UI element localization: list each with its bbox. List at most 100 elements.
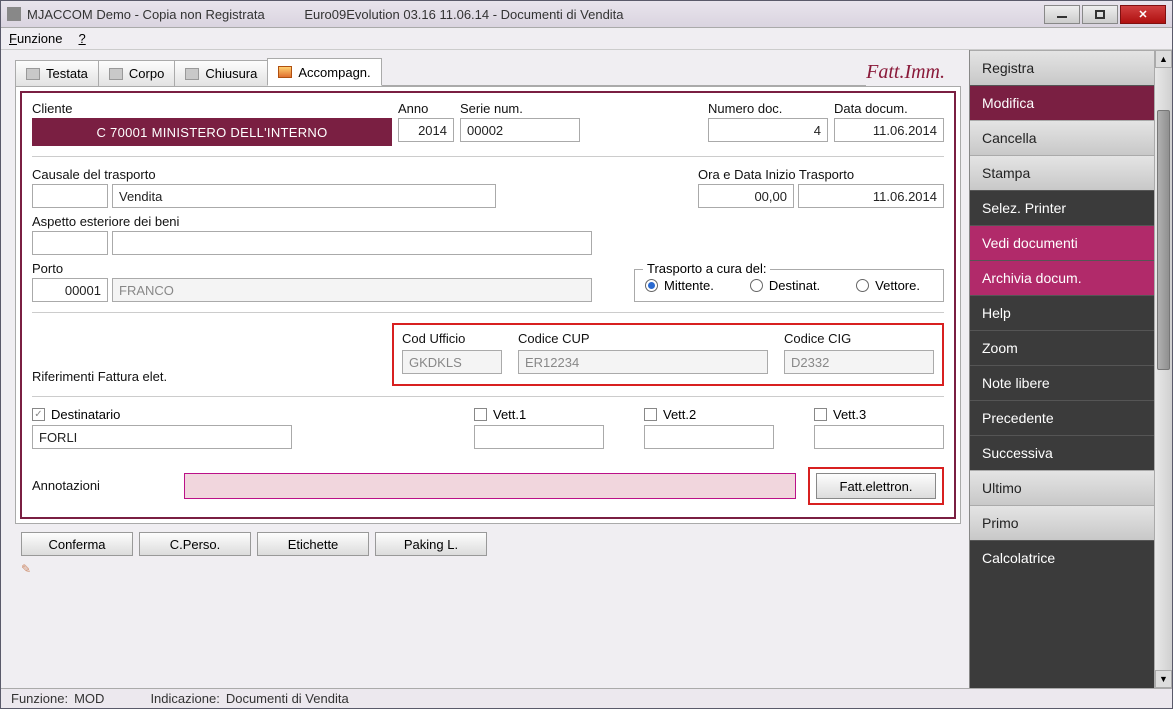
tab-accompagn-label: Accompagn. bbox=[298, 65, 370, 80]
scroll-thumb[interactable] bbox=[1157, 110, 1170, 370]
scroll-up-arrow[interactable]: ▲ bbox=[1155, 50, 1172, 68]
tab-chiusura[interactable]: Chiusura bbox=[174, 60, 268, 86]
bottom-button-row: Conferma C.Perso. Etichette Paking L. bbox=[15, 530, 961, 558]
radio-destinat-label: Destinat. bbox=[769, 278, 820, 293]
tab-chiusura-label: Chiusura bbox=[205, 66, 257, 81]
sidebar-item-registra[interactable]: Registra bbox=[970, 50, 1154, 85]
vett3-field[interactable] bbox=[814, 425, 944, 449]
aspetto-label: Aspetto esteriore dei beni bbox=[32, 214, 592, 231]
porto-desc-field[interactable]: FRANCO bbox=[112, 278, 592, 302]
menu-funzione[interactable]: Funzione bbox=[9, 31, 63, 46]
radio-mittente[interactable]: Mittente. bbox=[645, 278, 714, 293]
cliente-field[interactable]: C 70001 MINISTERO DELL'INTERNO bbox=[32, 118, 392, 146]
sidebar-item-note-libere[interactable]: Note libere bbox=[970, 365, 1154, 400]
vett2-field[interactable] bbox=[644, 425, 774, 449]
status-funzione-val: MOD bbox=[74, 691, 104, 706]
sidebar-item-vedi-documenti[interactable]: Vedi documenti bbox=[970, 225, 1154, 260]
sidebar-item-precedente[interactable]: Precedente bbox=[970, 400, 1154, 435]
sidebar-item-ultimo[interactable]: Ultimo bbox=[970, 470, 1154, 505]
trasporto-groupbox: Trasporto a cura del: Mittente. Destinat… bbox=[634, 269, 944, 302]
vett2-label: Vett.2 bbox=[663, 407, 696, 422]
annotazioni-label: Annotazioni bbox=[32, 478, 172, 495]
titlebar: MJACCOM Demo - Copia non Registrata Euro… bbox=[1, 1, 1172, 28]
app-icon bbox=[7, 7, 21, 21]
efattura-redbox: Cod Ufficio GKDKLS Codice CUP ER12234 Co… bbox=[392, 323, 944, 386]
window-title: MJACCOM Demo - Copia non Registrata Euro… bbox=[27, 7, 1044, 22]
window-maximize-button[interactable] bbox=[1082, 5, 1118, 24]
menu-help[interactable]: ? bbox=[79, 31, 86, 46]
statusbar: Funzione: MOD Indicazione: Documenti di … bbox=[1, 688, 1172, 708]
menubar: Funzione ? bbox=[1, 28, 1172, 50]
oradata-label: Ora e Data Inizio Trasporto bbox=[698, 167, 944, 184]
sidebar-item-primo[interactable]: Primo bbox=[970, 505, 1154, 540]
title-app: MJACCOM Demo - Copia non Registrata bbox=[27, 7, 265, 22]
sidebar-item-help[interactable]: Help bbox=[970, 295, 1154, 330]
folder-icon bbox=[109, 68, 123, 80]
folder-icon bbox=[26, 68, 40, 80]
aspetto-code-field[interactable] bbox=[32, 231, 108, 255]
destinatario-checkbox[interactable]: Destinatario bbox=[32, 407, 292, 422]
status-indicazione-key: Indicazione: bbox=[150, 691, 219, 706]
causale-code-field[interactable] bbox=[32, 184, 108, 208]
causale-label: Causale del trasporto bbox=[32, 167, 496, 184]
conferma-button[interactable]: Conferma bbox=[21, 532, 133, 556]
datatrasp-field[interactable]: 11.06.2014 bbox=[798, 184, 944, 208]
serie-label: Serie num. bbox=[460, 101, 580, 118]
sidebar-item-selez-printer[interactable]: Selez. Printer bbox=[970, 190, 1154, 225]
ora-field[interactable]: 00,00 bbox=[698, 184, 794, 208]
paking-button[interactable]: Paking L. bbox=[375, 532, 487, 556]
form-panel: Cliente C 70001 MINISTERO DELL'INTERNO A… bbox=[15, 86, 961, 524]
tab-testata-label: Testata bbox=[46, 66, 88, 81]
status-funzione-key: Funzione: bbox=[11, 691, 68, 706]
radio-vettore[interactable]: Vettore. bbox=[856, 278, 920, 293]
vett1-checkbox[interactable]: Vett.1 bbox=[474, 407, 604, 422]
title-module: Euro09Evolution 03.16 11.06.14 - Documen… bbox=[304, 7, 623, 22]
tab-testata[interactable]: Testata bbox=[15, 60, 99, 86]
aspetto-desc-field[interactable] bbox=[112, 231, 592, 255]
sidebar-item-zoom[interactable]: Zoom bbox=[970, 330, 1154, 365]
serie-field[interactable]: 00002 bbox=[460, 118, 580, 142]
codufficio-label: Cod Ufficio bbox=[402, 331, 502, 348]
codcig-field[interactable]: D2332 bbox=[784, 350, 934, 374]
vett2-checkbox[interactable]: Vett.2 bbox=[644, 407, 774, 422]
vett1-field[interactable] bbox=[474, 425, 604, 449]
codcup-field[interactable]: ER12234 bbox=[518, 350, 768, 374]
porto-label: Porto bbox=[32, 261, 592, 278]
cliente-label: Cliente bbox=[32, 101, 392, 118]
folder-icon bbox=[278, 66, 292, 78]
window-close-button[interactable] bbox=[1120, 5, 1166, 24]
numdoc-label: Numero doc. bbox=[708, 101, 828, 118]
tab-accompagn[interactable]: Accompagn. bbox=[267, 58, 381, 86]
folder-icon bbox=[185, 68, 199, 80]
sidebar-item-cancella[interactable]: Cancella bbox=[970, 120, 1154, 155]
vett1-label: Vett.1 bbox=[493, 407, 526, 422]
fattelettron-button[interactable]: Fatt.elettron. bbox=[816, 473, 936, 499]
porto-code-field[interactable]: 00001 bbox=[32, 278, 108, 302]
etichette-button[interactable]: Etichette bbox=[257, 532, 369, 556]
cperso-button[interactable]: C.Perso. bbox=[139, 532, 251, 556]
tab-corpo[interactable]: Corpo bbox=[98, 60, 175, 86]
numdoc-field[interactable]: 4 bbox=[708, 118, 828, 142]
datadoc-label: Data docum. bbox=[834, 101, 944, 118]
window-minimize-button[interactable] bbox=[1044, 5, 1080, 24]
rif-label: Riferimenti Fattura elet. bbox=[32, 369, 372, 386]
annotazioni-field[interactable] bbox=[184, 473, 796, 499]
codcup-label: Codice CUP bbox=[518, 331, 768, 348]
destinatario-field[interactable]: FORLI bbox=[32, 425, 292, 449]
radio-destinat[interactable]: Destinat. bbox=[750, 278, 820, 293]
sidebar-item-modifica[interactable]: Modifica bbox=[970, 85, 1154, 120]
causale-desc-field[interactable]: Vendita bbox=[112, 184, 496, 208]
sidebar-scrollbar[interactable]: ▲ ▼ bbox=[1154, 50, 1172, 688]
datadoc-field[interactable]: 11.06.2014 bbox=[834, 118, 944, 142]
tab-corpo-label: Corpo bbox=[129, 66, 164, 81]
scroll-down-arrow[interactable]: ▼ bbox=[1155, 670, 1172, 688]
codufficio-field[interactable]: GKDKLS bbox=[402, 350, 502, 374]
fattelettron-redbox: Fatt.elettron. bbox=[808, 467, 944, 505]
sidebar-item-archivia-docum-[interactable]: Archivia docum. bbox=[970, 260, 1154, 295]
sidebar-item-successiva[interactable]: Successiva bbox=[970, 435, 1154, 470]
vett3-checkbox[interactable]: Vett.3 bbox=[814, 407, 944, 422]
radio-vettore-label: Vettore. bbox=[875, 278, 920, 293]
anno-field[interactable]: 2014 bbox=[398, 118, 454, 142]
sidebar-item-stampa[interactable]: Stampa bbox=[970, 155, 1154, 190]
sidebar-item-calcolatrice[interactable]: Calcolatrice bbox=[970, 540, 1154, 575]
